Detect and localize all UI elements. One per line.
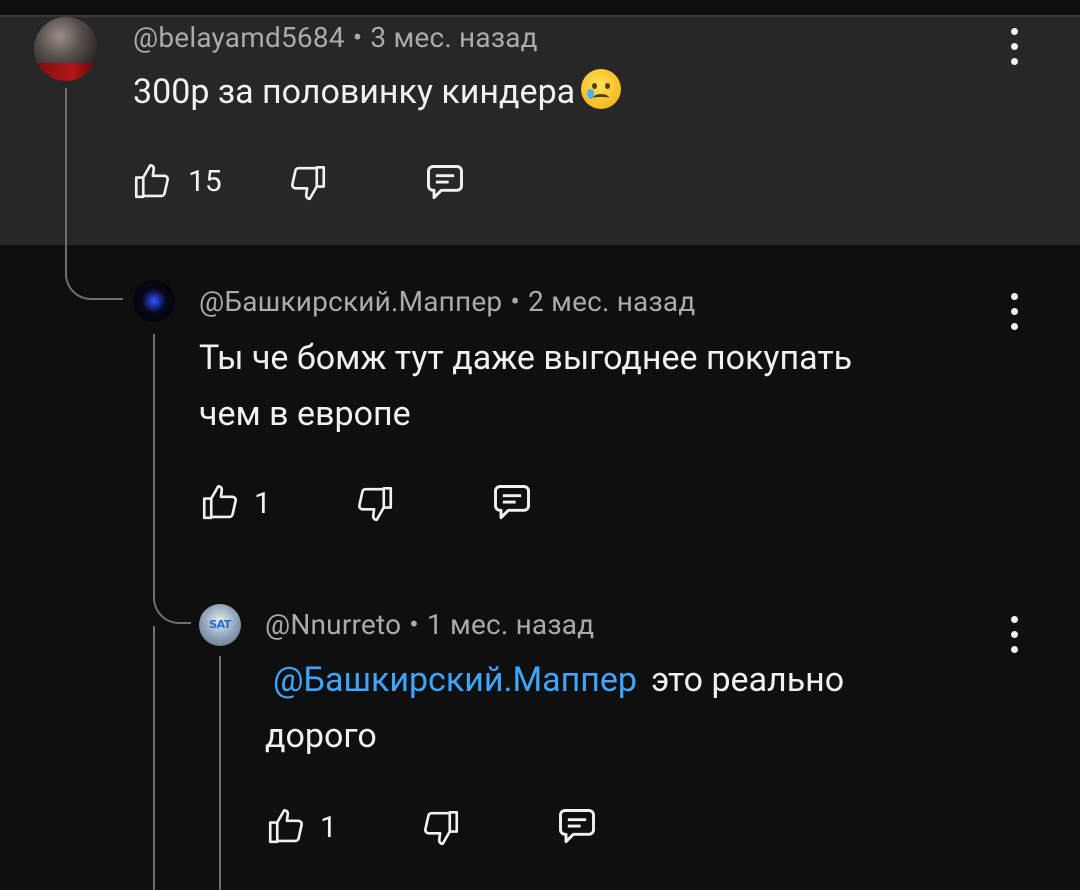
- avatar-text: SAT: [209, 618, 231, 631]
- meta-separator: •: [510, 285, 521, 318]
- comment-text-content: это реально: [651, 660, 845, 700]
- like-count: 15: [188, 164, 222, 199]
- author-name[interactable]: @belayamd5684: [133, 21, 345, 54]
- like-icon[interactable]: [265, 805, 307, 847]
- thread-line: [65, 88, 67, 268]
- meta-separator: •: [352, 21, 363, 54]
- timestamp: 1 мес. назад: [426, 608, 595, 641]
- comment-text-line: @Башкирский.Маппер это реально: [265, 652, 1025, 708]
- like-count: 1: [320, 810, 337, 845]
- author-name[interactable]: @Nnurreto: [265, 608, 401, 641]
- comment-text: 300р за половинку киндера: [133, 64, 993, 120]
- avatar[interactable]: [34, 17, 98, 81]
- timestamp: 3 мес. назад: [370, 21, 538, 54]
- comment-meta: @belayamd5684 • 3 мес. назад: [133, 21, 538, 54]
- like-icon[interactable]: [131, 160, 173, 202]
- comment-meta: @Башкирский.Маппер • 2 мес. назад: [199, 285, 695, 318]
- comment-text-line: дорого: [265, 716, 377, 756]
- like-count: 1: [254, 486, 271, 521]
- comment-text-content: 300р за половинку киндера: [133, 72, 576, 112]
- more-vertical-icon[interactable]: [1009, 616, 1019, 656]
- like-icon[interactable]: [199, 481, 241, 523]
- thread-line: [153, 334, 155, 594]
- crying-face-emoji: [581, 69, 622, 109]
- dislike-icon[interactable]: [287, 162, 329, 204]
- thread-connector: [65, 266, 123, 300]
- comment-text-line: чем в европе: [199, 394, 411, 434]
- thread-connector: [153, 592, 191, 624]
- author-name[interactable]: @Башкирский.Маппер: [199, 285, 502, 318]
- avatar[interactable]: SAT: [199, 604, 241, 646]
- comment-text: @Башкирский.Маппер это реально дорого: [265, 652, 1025, 764]
- reply-icon[interactable]: [489, 481, 535, 525]
- more-vertical-icon[interactable]: [1009, 293, 1019, 333]
- comment-text: Ты че бомж тут даже выгоднее покупать че…: [199, 330, 1039, 442]
- timestamp: 2 мес. назад: [528, 285, 696, 318]
- more-vertical-icon[interactable]: [1009, 28, 1019, 68]
- avatar[interactable]: [133, 280, 175, 322]
- mention-link[interactable]: @Башкирский.Маппер: [273, 660, 637, 700]
- dislike-icon[interactable]: [420, 807, 462, 849]
- comment-meta: @Nnurreto • 1 мес. назад: [265, 608, 594, 641]
- comment-text-line: Ты че бомж тут даже выгоднее покупать: [199, 338, 853, 378]
- meta-separator: •: [409, 608, 419, 641]
- dislike-icon[interactable]: [354, 483, 396, 525]
- reply-icon[interactable]: [554, 805, 600, 849]
- reply-icon[interactable]: [422, 161, 468, 205]
- top-strip: [0, 0, 1080, 16]
- thread-line: [219, 656, 221, 890]
- thread-line: [153, 626, 155, 890]
